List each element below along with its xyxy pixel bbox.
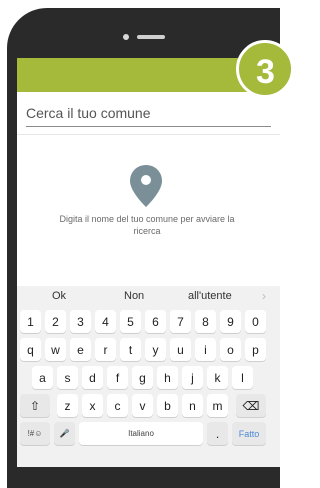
key-s[interactable]: s [57,366,78,389]
key-r[interactable]: r [95,338,116,361]
empty-state-message: Digita il nome del tuo comune per avviar… [59,214,235,236]
done-key[interactable]: Fatto [232,422,266,445]
key-j[interactable]: j [182,366,203,389]
key-o[interactable]: o [220,338,241,361]
key-6[interactable]: 6 [145,310,166,333]
key-c[interactable]: c [107,394,128,417]
key-l[interactable]: l [232,366,253,389]
chevron-right-icon[interactable]: › [262,289,266,303]
app-screen: Cerca il tuo comune Digita il nome del t… [17,58,280,467]
suggestion-item[interactable]: Non [124,290,144,302]
key-g[interactable]: g [132,366,153,389]
key-d[interactable]: d [82,366,103,389]
key-k[interactable]: k [207,366,228,389]
shift-icon: ⇧ [29,398,41,413]
key-b[interactable]: b [157,394,178,417]
key-y[interactable]: y [145,338,166,361]
key-a[interactable]: a [32,366,53,389]
search-field[interactable]: Cerca il tuo comune [17,93,280,129]
key-z[interactable]: z [57,394,78,417]
key-0[interactable]: 0 [245,310,266,333]
backspace-key[interactable]: ⌫ [236,394,266,417]
search-underline [26,126,271,127]
key-5[interactable]: 5 [120,310,141,333]
symbols-key[interactable]: !#☺ [20,422,50,445]
key-3[interactable]: 3 [70,310,91,333]
key-n[interactable]: n [182,394,203,417]
key-w[interactable]: w [45,338,66,361]
key-x[interactable]: x [82,394,103,417]
search-input[interactable]: Cerca il tuo comune [26,105,268,121]
camera-dot [123,34,129,40]
key-8[interactable]: 8 [195,310,216,333]
key-h[interactable]: h [157,366,178,389]
divider [17,134,280,135]
key-q[interactable]: q [20,338,41,361]
onscreen-keyboard: Ok Non all'utente › 1 2 3 4 5 6 7 8 9 0 … [17,286,280,467]
speaker-grille [137,35,165,39]
period-key[interactable]: . [207,422,228,445]
step-badge: 3 [236,40,294,98]
suggestion-bar: Ok Non all'utente › [17,286,280,306]
space-bar[interactable]: Italiano [79,422,203,445]
key-7[interactable]: 7 [170,310,191,333]
shift-key[interactable]: ⇧ [20,394,50,417]
key-f[interactable]: f [107,366,128,389]
key-u[interactable]: u [170,338,191,361]
location-pin-icon [130,165,162,207]
microphone-icon: 🎤 [59,429,70,438]
key-e[interactable]: e [70,338,91,361]
suggestion-item[interactable]: Ok [52,290,66,302]
key-4[interactable]: 4 [95,310,116,333]
key-9[interactable]: 9 [220,310,241,333]
backspace-icon: ⌫ [242,398,260,413]
key-1[interactable]: 1 [20,310,41,333]
key-t[interactable]: t [120,338,141,361]
key-2[interactable]: 2 [45,310,66,333]
key-p[interactable]: p [245,338,266,361]
key-m[interactable]: m [207,394,228,417]
mic-key[interactable]: 🎤 [54,422,75,445]
suggestion-item[interactable]: all'utente [188,290,232,302]
key-v[interactable]: v [132,394,153,417]
key-i[interactable]: i [195,338,216,361]
